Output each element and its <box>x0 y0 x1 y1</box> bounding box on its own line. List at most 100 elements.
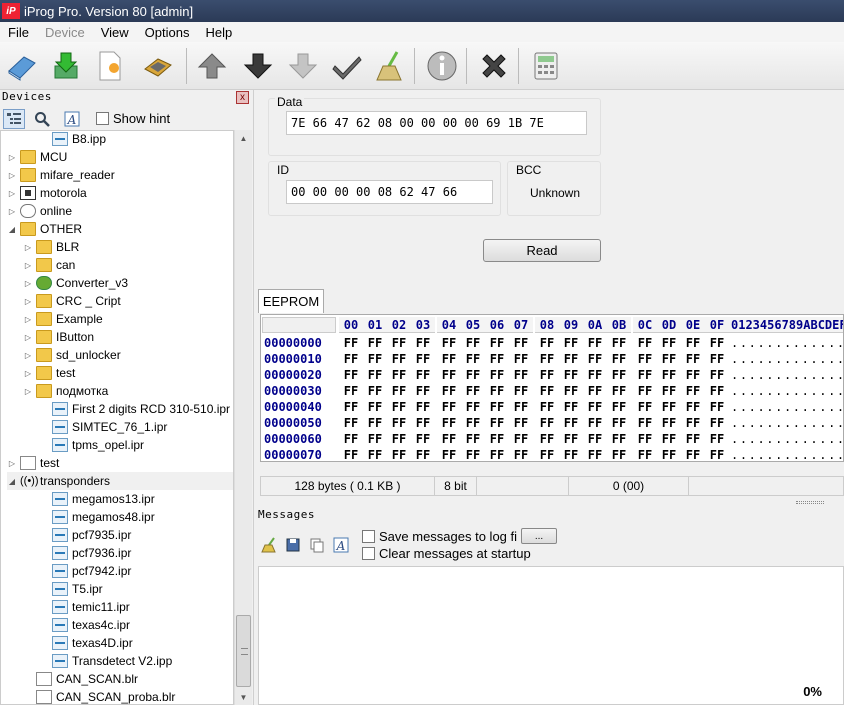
expand-arrow-icon[interactable]: ▷ <box>23 242 33 252</box>
hex-byte-cell[interactable]: FF <box>561 431 581 447</box>
hex-byte-cell[interactable]: FF <box>413 383 433 399</box>
browse-log-button[interactable]: ... <box>521 528 558 544</box>
tree-item[interactable]: T5.ipr <box>39 580 103 598</box>
hex-byte-cell[interactable]: FF <box>585 335 605 351</box>
hex-byte-cell[interactable]: FF <box>511 383 531 399</box>
hex-byte-cell[interactable]: FF <box>537 447 557 461</box>
search-icon[interactable] <box>31 109 53 129</box>
ascii-cell[interactable]: ................ <box>731 383 843 399</box>
expand-arrow-icon[interactable]: ▷ <box>23 296 33 306</box>
menu-view[interactable]: View <box>93 25 137 40</box>
ascii-cell[interactable]: ................ <box>731 447 843 461</box>
tree-item[interactable]: ▷ BLR <box>23 238 79 256</box>
chip-read-icon[interactable] <box>140 48 176 84</box>
hex-byte-cell[interactable]: FF <box>585 431 605 447</box>
hex-byte-cell[interactable]: FF <box>561 415 581 431</box>
hex-byte-cell[interactable]: FF <box>389 399 409 415</box>
expand-arrow-icon[interactable]: ▷ <box>7 206 17 216</box>
hex-byte-cell[interactable]: FF <box>439 431 459 447</box>
font-icon[interactable]: A <box>61 109 83 129</box>
clear-startup-checkbox[interactable] <box>362 547 375 560</box>
hex-byte-cell[interactable]: FF <box>707 367 727 383</box>
tree-item[interactable]: SIMTEC_76_1.ipr <box>39 418 167 436</box>
tree-item[interactable]: pcf7942.ipr <box>39 562 131 580</box>
hex-byte-cell[interactable]: FF <box>635 351 655 367</box>
expand-arrow-icon[interactable]: ▷ <box>23 350 33 360</box>
save-log-icon[interactable] <box>284 536 302 554</box>
hex-byte-cell[interactable]: FF <box>609 367 629 383</box>
hex-byte-cell[interactable]: FF <box>439 351 459 367</box>
hex-byte-cell[interactable]: FF <box>609 399 629 415</box>
tree-item[interactable]: ▷ online <box>7 202 72 220</box>
hex-byte-cell[interactable]: FF <box>389 367 409 383</box>
hex-byte-cell[interactable]: FF <box>585 367 605 383</box>
hex-byte-cell[interactable]: FF <box>537 351 557 367</box>
hex-byte-cell[interactable]: FF <box>389 415 409 431</box>
hex-byte-cell[interactable]: FF <box>635 367 655 383</box>
hex-byte-cell[interactable]: FF <box>511 415 531 431</box>
tree-item[interactable]: ◢ OTHER <box>7 220 82 238</box>
expand-arrow-icon[interactable]: ▷ <box>23 314 33 324</box>
hex-byte-cell[interactable]: FF <box>659 367 679 383</box>
tree-item[interactable]: ▷ CRC _ Cript <box>23 292 121 310</box>
hex-byte-cell[interactable]: FF <box>659 383 679 399</box>
scroll-down-arrow[interactable]: ▼ <box>235 689 252 705</box>
hex-byte-cell[interactable]: FF <box>659 335 679 351</box>
tree-item[interactable]: ▷ mifare_reader <box>7 166 115 184</box>
hex-byte-cell[interactable]: FF <box>707 335 727 351</box>
hex-byte-cell[interactable]: FF <box>635 383 655 399</box>
hex-byte-cell[interactable]: FF <box>439 399 459 415</box>
tree-item[interactable]: texas4c.ipr <box>39 616 130 634</box>
hex-byte-cell[interactable]: FF <box>463 383 483 399</box>
hex-byte-cell[interactable]: FF <box>561 367 581 383</box>
hex-byte-cell[interactable]: FF <box>537 415 557 431</box>
tree-item[interactable]: megamos13.ipr <box>39 490 155 508</box>
hex-byte-cell[interactable]: FF <box>463 335 483 351</box>
tree-item[interactable]: ▷ can <box>23 256 75 274</box>
check-icon[interactable] <box>329 48 365 84</box>
hex-byte-cell[interactable]: FF <box>635 415 655 431</box>
hex-byte-cell[interactable]: FF <box>659 447 679 461</box>
hex-byte-cell[interactable]: FF <box>585 415 605 431</box>
hex-byte-cell[interactable]: FF <box>365 415 385 431</box>
expand-arrow-icon[interactable]: ▷ <box>7 170 17 180</box>
show-hint-checkbox[interactable] <box>96 112 109 125</box>
data-field[interactable]: 7E 66 47 62 08 00 00 00 00 69 1B 7E <box>286 111 587 135</box>
tree-item[interactable]: ▷ test <box>23 364 75 382</box>
hex-byte-cell[interactable]: FF <box>585 447 605 461</box>
hex-byte-cell[interactable]: FF <box>683 415 703 431</box>
devices-close-button[interactable]: x <box>236 91 249 104</box>
ascii-cell[interactable]: ................ <box>731 415 843 431</box>
hex-byte-cell[interactable]: FF <box>365 399 385 415</box>
hex-byte-cell[interactable]: FF <box>635 431 655 447</box>
hex-byte-cell[interactable]: FF <box>537 431 557 447</box>
hex-byte-cell[interactable]: FF <box>413 415 433 431</box>
ascii-cell[interactable]: ................ <box>731 351 843 367</box>
tree-item[interactable]: texas4D.ipr <box>39 634 133 652</box>
hex-byte-cell[interactable]: FF <box>585 383 605 399</box>
hex-byte-cell[interactable]: FF <box>511 431 531 447</box>
hex-byte-cell[interactable]: FF <box>463 447 483 461</box>
hex-byte-cell[interactable]: FF <box>561 447 581 461</box>
hex-byte-cell[interactable]: FF <box>413 431 433 447</box>
hex-byte-cell[interactable]: FF <box>341 367 361 383</box>
hex-byte-cell[interactable]: FF <box>683 383 703 399</box>
hex-byte-cell[interactable]: FF <box>463 415 483 431</box>
hex-byte-cell[interactable]: FF <box>537 383 557 399</box>
tree-item[interactable]: Transdetect V2.ipp <box>39 652 172 670</box>
hex-byte-cell[interactable]: FF <box>609 383 629 399</box>
tree-item[interactable]: B8.ipp <box>39 131 106 148</box>
tree-item[interactable]: ◢ ((•)) transponders <box>7 472 233 490</box>
save-log-option[interactable]: Save messages to log fi ... <box>362 528 558 544</box>
tree-item[interactable]: ▷ Converter_v3 <box>23 274 128 292</box>
expand-arrow-icon[interactable]: ▷ <box>7 458 17 468</box>
hex-byte-cell[interactable]: FF <box>413 335 433 351</box>
calculator-icon[interactable] <box>528 48 564 84</box>
hex-byte-cell[interactable]: FF <box>413 447 433 461</box>
hex-byte-cell[interactable]: FF <box>413 367 433 383</box>
hex-byte-cell[interactable]: FF <box>389 351 409 367</box>
hex-byte-cell[interactable]: FF <box>537 399 557 415</box>
hex-byte-cell[interactable]: FF <box>487 335 507 351</box>
hex-byte-cell[interactable]: FF <box>439 447 459 461</box>
broom-icon[interactable] <box>372 48 408 84</box>
